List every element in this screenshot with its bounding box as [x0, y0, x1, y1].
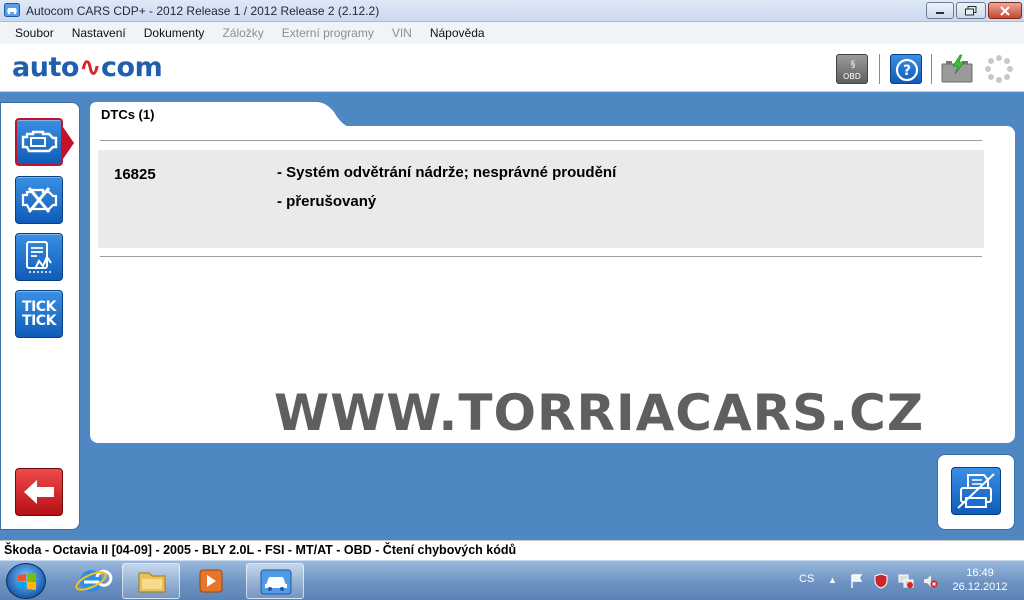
- close-icon: [1000, 5, 1010, 16]
- dtc-code: 16825: [114, 166, 156, 183]
- system-clock[interactable]: 16:49 26.12.2012: [944, 566, 1016, 594]
- busy-indicator: [984, 54, 1016, 84]
- tick-text-bottom: TICK: [22, 313, 56, 329]
- logo-wave-icon: ∿: [78, 52, 102, 83]
- windows-logo-icon: [18, 573, 36, 590]
- clock-time: 16:49: [966, 567, 994, 579]
- menu-napoveda[interactable]: Nápověda: [421, 22, 494, 44]
- taskbar-ie[interactable]: [62, 563, 120, 599]
- obd-book-icon: § OBD: [843, 60, 861, 81]
- menu-dokumenty[interactable]: Dokumenty: [135, 22, 214, 44]
- help-icon: ?: [895, 58, 919, 82]
- autocom-logo: auto∿com: [12, 50, 163, 86]
- restore-icon: [965, 5, 977, 15]
- clear-dtc-button[interactable]: [15, 176, 63, 224]
- erase-dtc-icon: [21, 187, 58, 213]
- window-title: Autocom CARS CDP+ - 2012 Release 1 / 201…: [26, 4, 380, 18]
- svg-text:?: ?: [903, 63, 911, 79]
- header-separator: [931, 54, 932, 84]
- watermark: WWW.TORRIACARS.CZ: [274, 384, 925, 442]
- svg-text:§: §: [851, 60, 856, 70]
- taskbar-media-player[interactable]: [182, 563, 240, 599]
- logo-text-com: com: [101, 52, 163, 83]
- internet-explorer-icon: [75, 569, 113, 592]
- action-center-flag-icon[interactable]: [849, 573, 865, 589]
- dtc-panel: 16825 - Systém odvětrání nádrže; nespráv…: [90, 126, 1015, 443]
- security-shield-icon[interactable]: [873, 573, 889, 589]
- app-header: auto∿com § OBD ?: [0, 44, 1024, 92]
- media-player-icon: [199, 569, 223, 593]
- print-button[interactable]: [951, 467, 1001, 515]
- help-button[interactable]: ?: [890, 54, 922, 84]
- divider: [100, 140, 982, 141]
- language-indicator[interactable]: CS: [799, 573, 814, 585]
- live-data-button[interactable]: [15, 233, 63, 281]
- menu-zalozky[interactable]: Záložky: [213, 22, 272, 44]
- menu-soubor[interactable]: Soubor: [6, 22, 63, 44]
- header-separator: [879, 54, 880, 84]
- status-bar: Škoda - Octavia II [04-09] - 2005 - BLY …: [0, 540, 1024, 560]
- print-report-icon: [957, 473, 995, 509]
- start-button[interactable]: [6, 563, 46, 599]
- print-panel: [937, 454, 1015, 530]
- clock-date: 26.12.2012: [952, 581, 1008, 593]
- vehicle-status-text: Škoda - Octavia II [04-09] - 2005 - BLY …: [4, 543, 517, 557]
- dtc-row[interactable]: 16825 - Systém odvětrání nádrže; nespráv…: [98, 150, 984, 248]
- busy-spinner-icon: [985, 55, 1013, 83]
- back-arrow-icon: [24, 480, 54, 504]
- menu-nastaveni[interactable]: Nastavení: [63, 22, 135, 44]
- battery-icon: [941, 54, 973, 83]
- network-icon[interactable]: [898, 573, 914, 589]
- volume-muted-icon[interactable]: [922, 573, 938, 589]
- folder-icon: [138, 572, 166, 593]
- minimize-icon: [936, 11, 944, 14]
- taskbar: CS ▲ 16:49 26.12.2012: [0, 560, 1024, 600]
- menu-externi-programy[interactable]: Externí programy: [273, 22, 383, 44]
- tick-tick-icon: TICK TICK: [22, 300, 56, 328]
- autocom-car-icon: [260, 569, 292, 595]
- dtc-description: - Systém odvětrání nádrže; nesprávné pro…: [277, 164, 617, 181]
- tab-dtcs-label: DTCs (1): [101, 107, 155, 122]
- live-data-icon: [26, 241, 53, 273]
- menu-vin[interactable]: VIN: [383, 22, 421, 44]
- active-pointer-icon: [63, 127, 74, 159]
- tick-tick-button[interactable]: TICK TICK: [15, 290, 63, 338]
- show-hidden-icons-icon[interactable]: ▲: [828, 575, 837, 585]
- obd-book-button[interactable]: § OBD: [836, 54, 868, 84]
- battery-status: [940, 54, 973, 84]
- title-bar: Autocom CARS CDP+ - 2012 Release 1 / 201…: [0, 0, 1024, 22]
- divider: [100, 256, 982, 257]
- left-nav-panel: TICK TICK: [0, 102, 80, 530]
- read-dtc-button[interactable]: [15, 118, 63, 166]
- app-car-icon: [4, 3, 20, 17]
- maximize-button[interactable]: [956, 2, 986, 19]
- back-button[interactable]: [15, 468, 63, 516]
- menu-bar: Soubor Nastavení Dokumenty Záložky Exter…: [0, 22, 1024, 44]
- close-button[interactable]: [988, 2, 1022, 19]
- minimize-button[interactable]: [926, 2, 954, 19]
- tick-text-top: TICK: [22, 299, 56, 315]
- taskbar-autocom[interactable]: [246, 563, 304, 599]
- engine-icon: [21, 130, 58, 153]
- logo-text-auto: auto: [12, 52, 79, 83]
- svg-text:OBD: OBD: [843, 72, 861, 81]
- taskbar-explorer[interactable]: [122, 563, 180, 599]
- dtc-status: - přerušovaný: [277, 193, 377, 210]
